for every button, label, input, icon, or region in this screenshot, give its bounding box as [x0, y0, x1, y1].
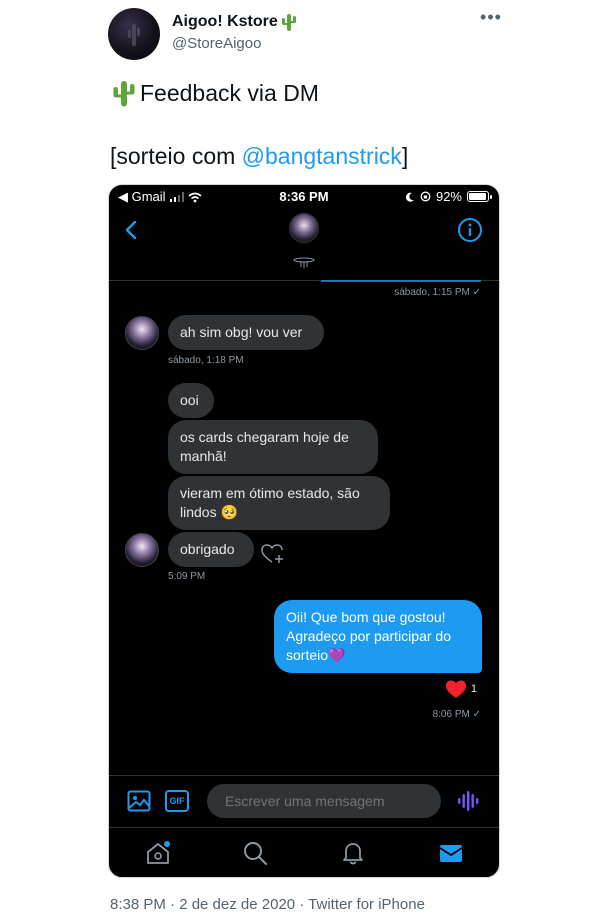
battery-icon [467, 191, 492, 202]
cactus-emoji-icon [113, 81, 135, 107]
message-composer: GIF [109, 775, 499, 827]
attached-screenshot[interactable]: ◀ Gmail 8:36 PM 92% sábado, 1:15 PM ✓ ah… [108, 184, 500, 878]
more-options-button[interactable]: ••• [478, 8, 504, 30]
message-bubble[interactable]: obrigado [168, 532, 254, 567]
message-input[interactable] [207, 784, 441, 818]
swipe-down-icon [293, 257, 315, 268]
author-handle[interactable]: @StoreAigoo [172, 35, 261, 52]
timestamp: 5:09 PM [168, 571, 206, 582]
message-bubble[interactable]: os cards chegaram hoje de manhã! [168, 420, 378, 474]
status-right: 92% [405, 189, 492, 204]
heart-icon [445, 680, 466, 698]
rotation-lock-icon [420, 191, 431, 202]
tweet-line1-text: Feedback via DM [140, 79, 319, 106]
cactus-icon [128, 24, 140, 46]
message-bubble[interactable]: ah sim obg! vou ver [168, 315, 324, 350]
message-bubble-mine[interactable]: Oii! Que bom que gostou! Agradeço por pa… [274, 600, 482, 673]
tab-bar [109, 827, 499, 877]
tweet-text-line1: Feedback via DM [110, 78, 319, 108]
tweet-text-line2: [sorteio com @bangtanstrick] [110, 143, 408, 170]
author-name-text[interactable]: Aigoo! Kstore [172, 13, 278, 31]
voice-icon[interactable] [457, 790, 481, 812]
sender-avatar[interactable] [125, 533, 159, 567]
home-icon[interactable] [145, 840, 171, 866]
battery-percent: 92% [435, 189, 462, 204]
back-icon[interactable] [121, 219, 143, 241]
heart-add-icon[interactable] [261, 543, 285, 565]
timestamp: sábado, 1:15 PM ✓ [394, 287, 481, 298]
message-bubble[interactable]: ooi [168, 383, 214, 418]
sender-avatar[interactable] [125, 316, 159, 350]
timestamp: 8:06 PM ✓ [432, 709, 481, 720]
mail-icon[interactable] [438, 840, 464, 866]
image-icon[interactable] [127, 790, 151, 812]
contact-avatar[interactable] [289, 213, 319, 243]
bell-icon[interactable] [340, 840, 366, 866]
cactus-emoji-icon [281, 14, 296, 31]
search-icon[interactable] [242, 840, 268, 866]
tweet-line2-prefix: [sorteio com [110, 143, 242, 169]
gif-button[interactable]: GIF [165, 790, 189, 812]
tweet-metadata[interactable]: 8:38 PM · 2 de dez de 2020 · Twitter for… [110, 896, 425, 913]
info-icon[interactable] [457, 217, 483, 243]
status-bar: ◀ Gmail 8:36 PM 92% [109, 185, 499, 207]
message-bubble[interactable]: vieram em ótimo estado, são lindos 🥺 [168, 476, 390, 530]
timestamp: sábado, 1:18 PM [168, 355, 244, 366]
mention-link[interactable]: @bangtanstrick [242, 143, 402, 169]
tweet-line2-suffix: ] [401, 143, 409, 169]
reaction-count: 1 [470, 683, 477, 695]
reaction[interactable]: 1 [445, 679, 477, 699]
author-avatar[interactable] [108, 8, 160, 60]
moon-icon [405, 192, 414, 202]
dm-header [109, 207, 499, 281]
previous-message-edge [321, 280, 481, 282]
author-name[interactable]: Aigoo! Kstore [172, 12, 298, 32]
